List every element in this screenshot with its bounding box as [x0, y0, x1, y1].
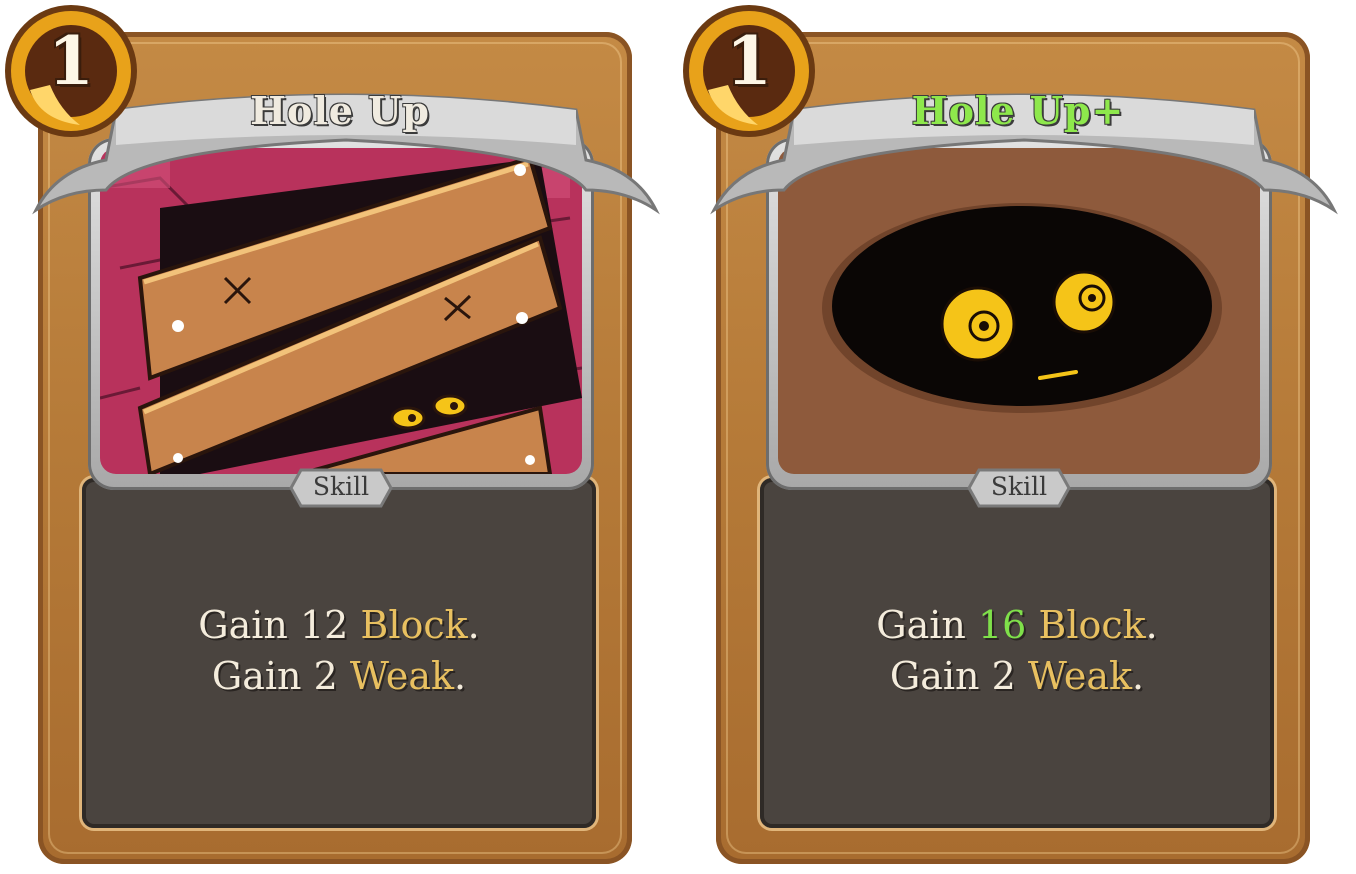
keyword-block: Block — [1038, 603, 1146, 647]
energy-cost: 1 — [726, 22, 772, 100]
block-amount-upgraded: 16 — [977, 603, 1027, 647]
desc-text: Gain — [198, 603, 300, 647]
card-hole-up[interactable]: Hole Up 1 Skill Gain 12 Block. Gain 2 We… — [0, 0, 680, 874]
desc-text: . — [1145, 603, 1158, 647]
desc-text: . — [1132, 654, 1145, 698]
desc-text: Gain 2 — [211, 654, 350, 698]
description-line-block: Gain 12 Block. — [82, 600, 596, 651]
card-description: Gain 16 Block. Gain 2 Weak. — [760, 600, 1274, 702]
card-type-label: Skill — [990, 472, 1048, 501]
card-title: Hole Up+ — [911, 88, 1125, 133]
card-description: Gain 12 Block. Gain 2 Weak. — [82, 600, 596, 702]
description-line-block: Gain 16 Block. — [760, 600, 1274, 651]
keyword-block: Block — [360, 603, 468, 647]
keyword-weak: Weak — [349, 654, 455, 698]
desc-text: . — [467, 603, 480, 647]
keyword-weak: Weak — [1027, 654, 1133, 698]
energy-cost: 1 — [48, 22, 94, 100]
card-title: Hole Up — [250, 88, 430, 133]
card-type-label: Skill — [312, 472, 370, 501]
desc-text: Gain — [876, 603, 978, 647]
block-amount: 12 — [299, 603, 349, 647]
desc-text: Gain 2 — [889, 654, 1028, 698]
description-line-weak: Gain 2 Weak. — [82, 651, 596, 702]
desc-text: . — [454, 654, 467, 698]
card-hole-up-plus[interactable]: Hole Up+ 1 Skill Gain 16 Block. Gain 2 W… — [678, 0, 1356, 874]
description-line-weak: Gain 2 Weak. — [760, 651, 1274, 702]
